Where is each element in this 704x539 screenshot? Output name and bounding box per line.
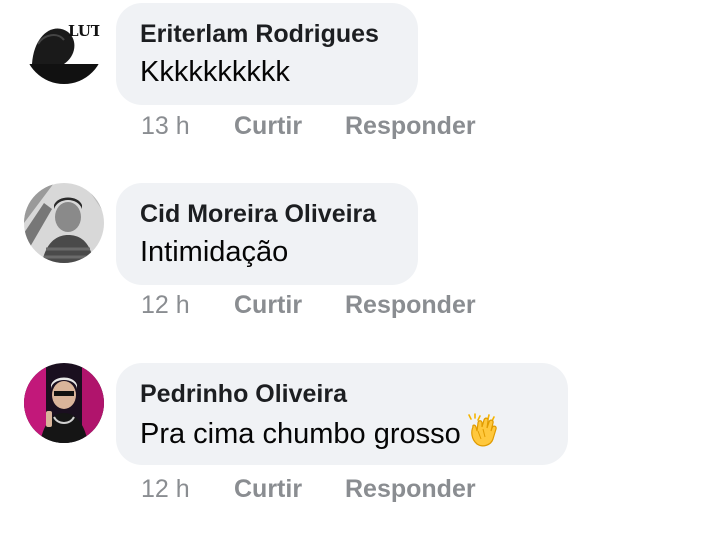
like-button[interactable]: Curtir — [234, 288, 345, 322]
comment-text: Intimidação — [140, 236, 289, 268]
avatar[interactable]: LUTO — [24, 4, 104, 84]
comment-bubble: Eriterlam Rodrigues Kkkkkkkkkk — [116, 3, 418, 105]
comment-bubble: Pedrinho Oliveira Pra cima chumbo grosso — [116, 363, 568, 465]
profile-photo-icon — [24, 183, 104, 263]
reply-button[interactable]: Responder — [345, 109, 476, 143]
comment-text: Kkkkkkkkkk — [140, 56, 290, 88]
comment-author[interactable]: Pedrinho Oliveira — [140, 377, 544, 411]
avatar[interactable] — [24, 363, 104, 443]
comment-timestamp[interactable]: 13 h — [141, 109, 234, 143]
comment-actions: 12 h Curtir Responder — [141, 288, 476, 322]
comment-text: Pra cima chumbo grosso — [140, 413, 544, 459]
reply-button[interactable]: Responder — [345, 288, 476, 322]
reply-button[interactable]: Responder — [345, 472, 476, 506]
comment-timestamp[interactable]: 12 h — [141, 288, 234, 322]
clapping-hands-icon — [463, 413, 499, 459]
comment-author[interactable]: Cid Moreira Oliveira — [140, 197, 394, 231]
comment-timestamp[interactable]: 12 h — [141, 472, 234, 506]
comment-bubble: Cid Moreira Oliveira Intimidação — [116, 183, 418, 285]
like-button[interactable]: Curtir — [234, 109, 345, 143]
comment-text-content: Pra cima chumbo grosso — [140, 418, 461, 450]
like-button[interactable]: Curtir — [234, 472, 345, 506]
comment-author[interactable]: Eriterlam Rodrigues — [140, 17, 394, 51]
comment-actions: 13 h Curtir Responder — [141, 109, 476, 143]
luto-avatar-icon: LUTO — [24, 4, 104, 84]
avatar-badge-label: LUTO — [68, 22, 104, 40]
comment-actions: 12 h Curtir Responder — [141, 472, 476, 506]
avatar[interactable] — [24, 183, 104, 263]
profile-photo-icon — [24, 363, 104, 443]
